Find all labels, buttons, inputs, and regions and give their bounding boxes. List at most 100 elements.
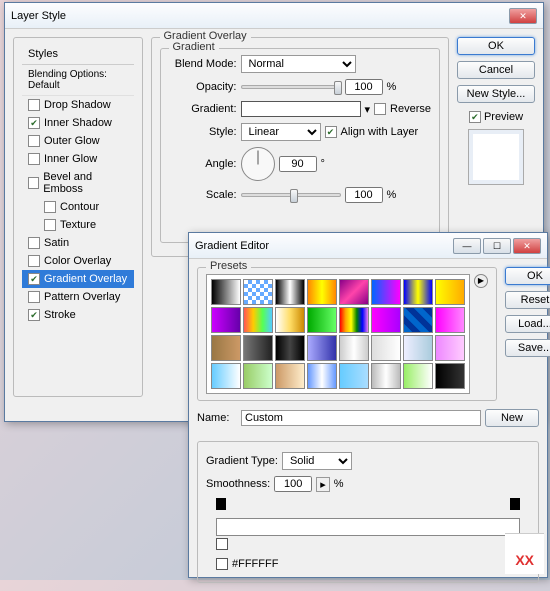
style-checkbox[interactable] [28,99,40,111]
style-item-bevel-and-emboss[interactable]: Bevel and Emboss [22,168,134,198]
preset-swatch[interactable] [339,363,369,389]
preset-swatch[interactable] [403,335,433,361]
preset-swatch[interactable] [403,279,433,305]
style-checkbox[interactable] [28,273,40,285]
preset-swatch[interactable] [275,307,305,333]
preset-swatch[interactable] [435,335,465,361]
gradient-name-input[interactable] [241,410,481,426]
preset-swatch[interactable] [307,307,337,333]
preset-swatch[interactable] [307,279,337,305]
scale-slider[interactable] [241,193,341,197]
style-checkbox[interactable] [28,291,40,303]
preset-swatch[interactable] [243,335,273,361]
align-checkbox[interactable] [325,126,337,138]
style-checkbox[interactable] [28,309,40,321]
style-item-texture[interactable]: Texture [22,216,134,234]
opacity-input[interactable] [345,79,383,95]
style-item-pattern-overlay[interactable]: Pattern Overlay [22,288,134,306]
smoothness-input[interactable] [274,476,312,492]
preset-swatch[interactable] [339,335,369,361]
cancel-button[interactable]: Cancel [457,61,535,79]
style-item-label: Color Overlay [44,255,111,267]
preset-swatch[interactable] [435,307,465,333]
blending-options-row[interactable]: Blending Options: Default [22,65,134,96]
style-checkbox[interactable] [28,153,40,165]
preset-swatch[interactable] [339,279,369,305]
preset-swatch[interactable] [211,363,241,389]
new-style-button[interactable]: New Style... [457,85,535,103]
preset-swatch[interactable] [371,307,401,333]
save-button[interactable]: Save... [505,339,550,357]
maximize-icon[interactable]: ☐ [483,238,511,254]
gradient-style-select[interactable]: Linear [241,123,321,141]
style-item-gradient-overlay[interactable]: Gradient Overlay [22,270,134,288]
preset-swatch[interactable] [435,363,465,389]
preview-checkbox[interactable] [469,111,481,123]
scale-input[interactable] [345,187,383,203]
preset-swatch[interactable] [371,335,401,361]
gradient-dropdown-icon[interactable]: ▾ [365,103,371,116]
gradient-type-select[interactable]: Solid [282,452,352,470]
style-item-satin[interactable]: Satin [22,234,134,252]
preset-swatch[interactable] [371,363,401,389]
style-item-stroke[interactable]: Stroke [22,306,134,324]
load-button[interactable]: Load... [505,315,550,333]
style-checkbox[interactable] [28,117,40,129]
scale-label: Scale: [169,189,237,201]
ok-button[interactable]: OK [505,267,550,285]
reset-button[interactable]: Reset [505,291,550,309]
preset-swatch[interactable] [275,335,305,361]
angle-dial[interactable] [241,147,275,181]
preset-menu-icon[interactable]: ▶ [474,274,488,288]
ok-button[interactable]: OK [457,37,535,55]
smoothness-stepper-icon[interactable]: ▸ [316,477,330,492]
preset-swatch[interactable] [211,279,241,305]
watermark: XX [505,533,544,574]
style-item-outer-glow[interactable]: Outer Glow [22,132,134,150]
color-stop-swatch[interactable] [216,558,228,570]
preset-swatch[interactable] [243,307,273,333]
minimize-icon[interactable]: — [453,238,481,254]
preset-swatch[interactable] [403,307,433,333]
gradient-type-label: Gradient Type: [206,455,278,467]
preset-swatch[interactable] [211,335,241,361]
style-checkbox[interactable] [44,201,56,213]
preset-swatch[interactable] [307,363,337,389]
preset-swatch[interactable] [243,363,273,389]
preset-swatch[interactable] [275,363,305,389]
style-checkbox[interactable] [28,135,40,147]
preset-swatch[interactable] [307,335,337,361]
style-item-color-overlay[interactable]: Color Overlay [22,252,134,270]
preset-swatch[interactable] [371,279,401,305]
style-item-inner-shadow[interactable]: Inner Shadow [22,114,134,132]
style-checkbox[interactable] [28,237,40,249]
opacity-stop-bar[interactable] [216,498,520,516]
preset-swatch[interactable] [243,279,273,305]
style-item-contour[interactable]: Contour [22,198,134,216]
styles-header[interactable]: Styles [22,44,134,65]
style-checkbox[interactable] [28,177,39,189]
reverse-checkbox[interactable] [374,103,386,115]
preset-swatch[interactable] [403,363,433,389]
blend-mode-select[interactable]: Normal [241,55,356,73]
style-checkbox[interactable] [28,255,40,267]
opacity-slider[interactable] [241,85,341,89]
style-checkbox[interactable] [44,219,56,231]
gradient-swatch[interactable] [241,101,361,117]
gradient-editor-dialog: Gradient Editor — ☐ ✕ Presets ▶ OK Reset… [188,232,548,578]
layer-style-titlebar[interactable]: Layer Style ✕ [5,3,543,29]
style-item-drop-shadow[interactable]: Drop Shadow [22,96,134,114]
new-button[interactable]: New [485,409,539,427]
color-stop-bar[interactable] [216,538,520,556]
gradient-editor-titlebar[interactable]: Gradient Editor — ☐ ✕ [189,233,547,259]
style-item-inner-glow[interactable]: Inner Glow [22,150,134,168]
gradient-bar[interactable] [216,518,520,536]
preset-swatch[interactable] [211,307,241,333]
preset-swatch[interactable] [435,279,465,305]
pct-label: % [387,81,397,93]
close-icon[interactable]: ✕ [509,8,537,24]
preset-swatch[interactable] [275,279,305,305]
angle-input[interactable] [279,156,317,172]
preset-swatch[interactable] [339,307,369,333]
close-icon[interactable]: ✕ [513,238,541,254]
